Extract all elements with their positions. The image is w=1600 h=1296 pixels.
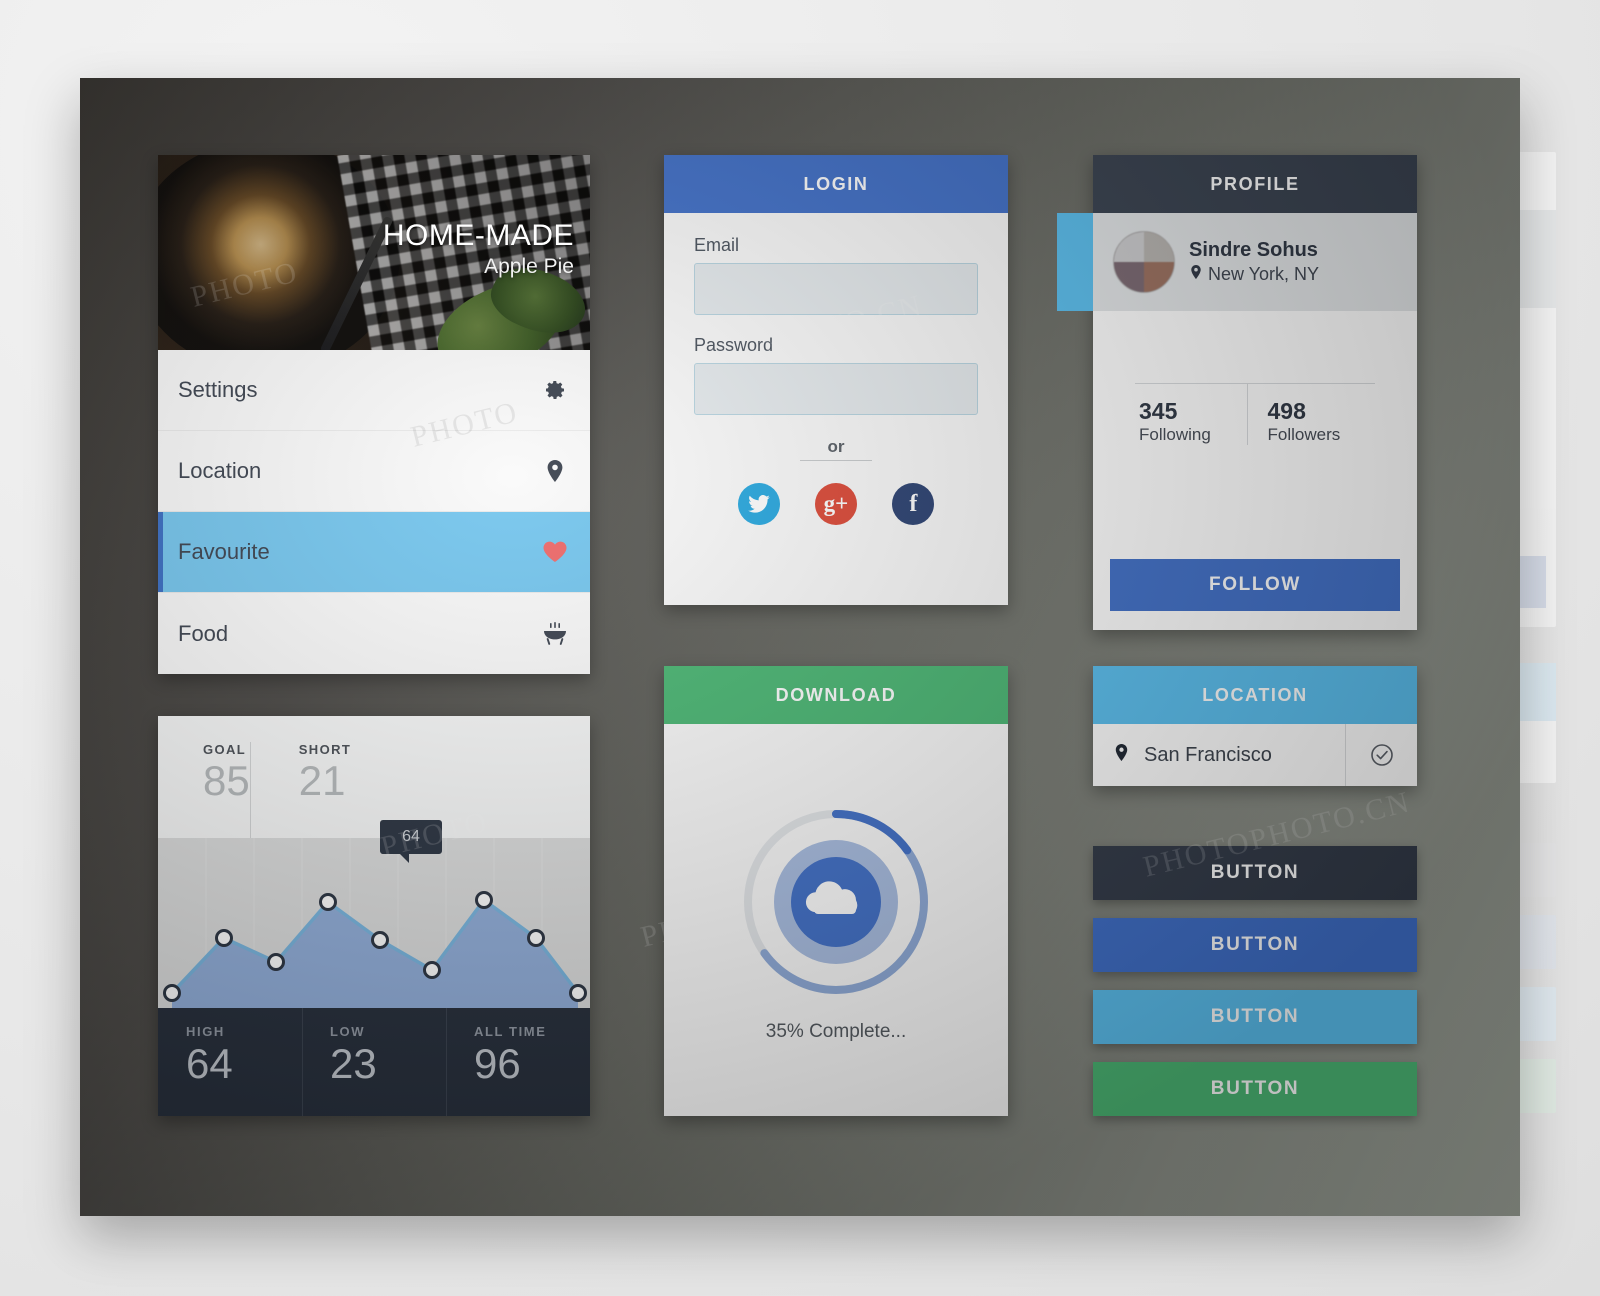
button-blue[interactable]: BUTTON bbox=[1093, 918, 1417, 972]
stat-value: 64 bbox=[186, 1040, 233, 1087]
menu-card: HOME-MADE Apple Pie Settings Location Fa… bbox=[158, 155, 590, 674]
grill-icon bbox=[542, 621, 568, 647]
check-circle-icon[interactable] bbox=[1345, 724, 1417, 786]
map-pin-icon bbox=[1113, 742, 1130, 768]
stat-value: 345 bbox=[1139, 398, 1178, 424]
stat-goal: GOAL 85 bbox=[158, 742, 250, 838]
stat-label: Followers bbox=[1267, 425, 1341, 444]
button-dark[interactable]: BUTTON bbox=[1093, 846, 1417, 900]
profile-identity-row: Sindre Sohus New York, NY bbox=[1057, 213, 1417, 311]
chart-card: GOAL 85 SHORT 21 64 HIGH 64 LOW 23 ALL T… bbox=[158, 716, 590, 1116]
stat-high: HIGH 64 bbox=[158, 1008, 302, 1116]
profile-card: PROFILE Sindre Sohus New York, NY 345 Fo… bbox=[1057, 155, 1417, 630]
follow-button[interactable]: FOLLOW bbox=[1110, 559, 1400, 611]
hero-title: HOME-MADE bbox=[382, 219, 574, 252]
menu-item-location[interactable]: Location bbox=[158, 431, 590, 512]
stat-label: HIGH bbox=[186, 1024, 225, 1039]
stat-value: 498 bbox=[1267, 398, 1306, 424]
or-divider: or bbox=[694, 437, 978, 461]
or-divider-label: or bbox=[827, 437, 845, 456]
menu-item-label: Favourite bbox=[178, 539, 270, 564]
chart-bottom-stats: HIGH 64 LOW 23 ALL TIME 96 bbox=[158, 1008, 590, 1116]
facebook-icon[interactable]: f bbox=[892, 483, 935, 525]
password-label: Password bbox=[694, 335, 774, 355]
hero-subtitle: Apple Pie bbox=[484, 255, 574, 278]
stat-label: Following bbox=[1139, 425, 1211, 444]
hero-text: HOME-MADE Apple Pie bbox=[383, 219, 574, 279]
stat-value: 23 bbox=[330, 1040, 377, 1087]
presentation-panel: HOME-MADE Apple Pie Settings Location Fa… bbox=[80, 78, 1520, 1216]
location-card: LOCATION San Francisco bbox=[1093, 666, 1417, 786]
or-divider-line: or bbox=[800, 437, 872, 461]
google-plus-icon[interactable]: g+ bbox=[814, 483, 857, 525]
stat-value: 96 bbox=[474, 1040, 521, 1087]
chart-tooltip: 64 bbox=[380, 820, 442, 863]
stat-value: 21 bbox=[298, 757, 346, 804]
stat-label: LOW bbox=[330, 1024, 366, 1039]
stat-label: SHORT bbox=[298, 742, 352, 757]
google-plus-glyph: g+ bbox=[823, 491, 849, 516]
stat-all-time: ALL TIME 96 bbox=[446, 1008, 590, 1116]
button-green[interactable]: BUTTON bbox=[1093, 1062, 1417, 1116]
stat-value: 85 bbox=[203, 757, 250, 804]
area-chart[interactable]: 64 bbox=[158, 820, 590, 1008]
download-caption: 35% Complete... bbox=[765, 1021, 907, 1042]
location-card-header: LOCATION bbox=[1093, 666, 1417, 724]
login-card-title: LOGIN bbox=[803, 173, 869, 194]
location-row: San Francisco bbox=[1093, 724, 1417, 786]
progress-ring bbox=[744, 810, 928, 994]
stat-label: ALL TIME bbox=[474, 1024, 547, 1039]
map-pin-icon bbox=[542, 458, 568, 484]
map-pin-icon bbox=[1189, 263, 1203, 286]
stat-following: 345 Following bbox=[1135, 384, 1247, 445]
email-label: Email bbox=[694, 235, 740, 255]
menu-item-label: Location bbox=[178, 458, 262, 483]
menu-item-label: Food bbox=[178, 620, 229, 646]
stat-followers: 498 Followers bbox=[1246, 384, 1376, 445]
area-chart-svg bbox=[163, 838, 587, 1008]
facebook-glyph: f bbox=[909, 490, 918, 517]
menu-item-food[interactable]: Food bbox=[158, 593, 590, 674]
chart-top-stats: GOAL 85 SHORT 21 bbox=[158, 716, 590, 838]
profile-name: Sindre Sohus bbox=[1189, 238, 1318, 261]
profile-location: New York, NY bbox=[1189, 263, 1319, 286]
profile-card-title: PROFILE bbox=[1210, 173, 1300, 194]
menu-item-favourite[interactable]: Favourite bbox=[158, 512, 590, 593]
button-lightblue[interactable]: BUTTON bbox=[1093, 990, 1417, 1044]
social-login-row: g+ f bbox=[694, 461, 978, 525]
download-card: DOWNLOAD 35% Complete... bbox=[664, 666, 1008, 1116]
area-chart-fill bbox=[172, 900, 578, 1008]
location-value[interactable]: San Francisco bbox=[1093, 742, 1345, 768]
gear-icon bbox=[542, 377, 568, 403]
twitter-icon[interactable] bbox=[737, 483, 780, 525]
download-card-title: DOWNLOAD bbox=[775, 684, 897, 705]
menu-item-label: Settings bbox=[178, 377, 258, 402]
login-card-header: LOGIN bbox=[664, 155, 1008, 213]
menu-item-settings[interactable]: Settings bbox=[158, 350, 590, 431]
avatar bbox=[1113, 231, 1175, 293]
stat-low: LOW 23 bbox=[302, 1008, 446, 1116]
stat-short: SHORT 21 bbox=[249, 742, 352, 838]
download-card-header: DOWNLOAD bbox=[664, 666, 1008, 724]
stat-label: GOAL bbox=[203, 742, 247, 757]
profile-location-text: New York, NY bbox=[1208, 263, 1320, 284]
location-text: San Francisco bbox=[1144, 743, 1272, 766]
password-field[interactable] bbox=[694, 363, 978, 415]
download-progress-body: 35% Complete... bbox=[664, 724, 1008, 1116]
login-card: LOGIN Email Password or g+ f bbox=[664, 155, 1008, 605]
location-card-title: LOCATION bbox=[1202, 684, 1308, 705]
chart-tooltip-value: 64 bbox=[402, 828, 420, 845]
login-form: Email Password or g+ f bbox=[664, 213, 1008, 525]
profile-card-header: PROFILE bbox=[1093, 155, 1417, 213]
hero-image: HOME-MADE Apple Pie bbox=[158, 155, 590, 350]
heart-icon bbox=[542, 539, 568, 565]
profile-stats: 345 Following 498 Followers bbox=[1135, 383, 1375, 445]
email-field[interactable] bbox=[694, 263, 978, 315]
